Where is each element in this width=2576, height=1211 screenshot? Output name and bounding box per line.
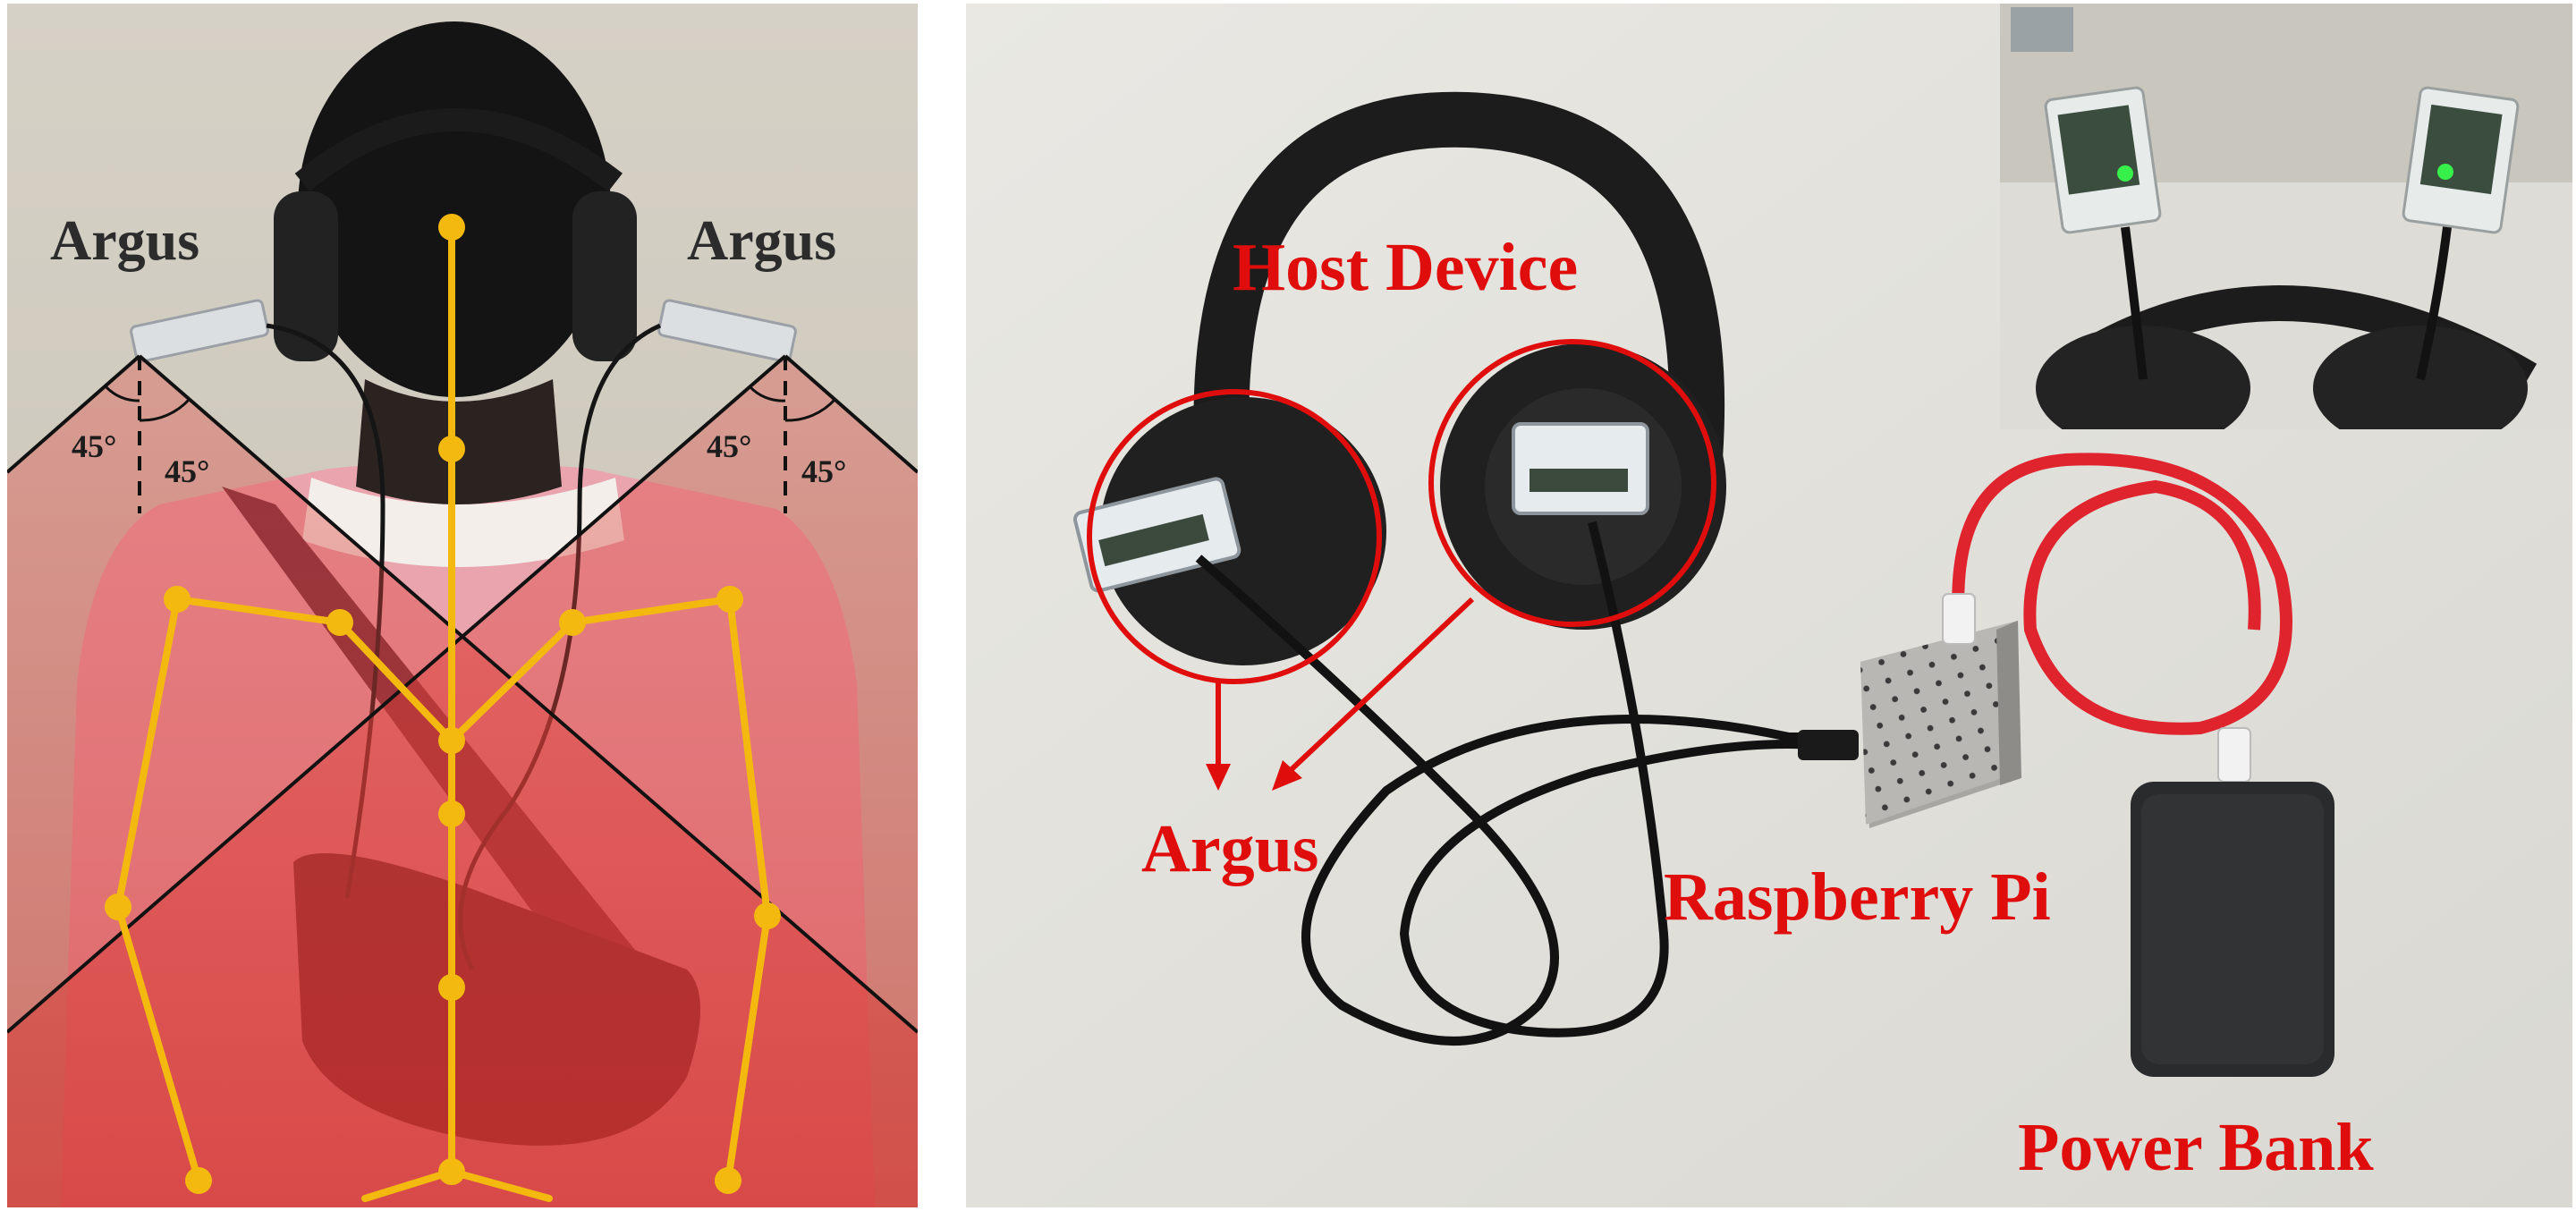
label-host-device: Host Device — [1233, 230, 1579, 305]
label-raspberry-pi: Raspberry Pi — [1664, 860, 2051, 935]
inset-window — [2011, 7, 2073, 52]
argus-sensor-on-right-cup — [1512, 422, 1649, 515]
pose-coverage-photo: Argus Argus 45° 45° 45° 45° — [7, 4, 918, 1207]
usb-plug — [1798, 730, 1859, 760]
label-angle-1: 45° — [72, 428, 117, 464]
label-argus: Argus — [1141, 811, 1319, 886]
power-bank-face — [2141, 794, 2324, 1064]
label-argus-left: Argus — [50, 208, 200, 272]
label-power-bank: Power Bank — [2018, 1110, 2374, 1185]
inset-led-left — [2117, 165, 2133, 182]
hardware-setup-photo: Host Device Argus Raspberry Pi Power Ban… — [966, 4, 2572, 1207]
red-cable-plug-powerbank — [2217, 727, 2251, 783]
inset-closeup-photo — [2000, 4, 2572, 429]
red-cable-plug-pi — [1942, 593, 1976, 645]
label-argus-right: Argus — [687, 208, 837, 272]
label-angle-4: 45° — [801, 453, 847, 489]
label-angle-3: 45° — [707, 428, 752, 464]
inset-sensor-board-right — [2419, 104, 2503, 195]
inset-led-right — [2437, 164, 2453, 180]
pose-coverage-illustration — [7, 4, 918, 1207]
headphone-right-cup — [572, 191, 637, 361]
label-angle-2: 45° — [165, 453, 210, 489]
inset-closeup-illustration — [2000, 4, 2572, 429]
